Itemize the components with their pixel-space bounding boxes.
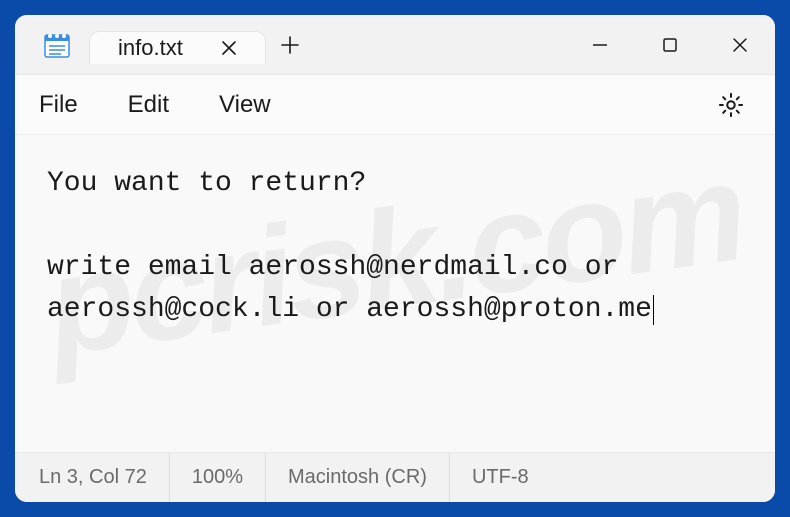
- menu-edit[interactable]: Edit: [128, 91, 169, 119]
- close-window-button[interactable]: [705, 15, 775, 74]
- notepad-icon: [39, 27, 75, 63]
- close-tab-icon[interactable]: [213, 32, 245, 64]
- new-tab-button[interactable]: [266, 35, 314, 55]
- status-zoom[interactable]: 100%: [170, 453, 266, 502]
- minimize-button[interactable]: [565, 15, 635, 74]
- tab-active[interactable]: info.txt: [89, 31, 266, 64]
- editor-line: You want to return?: [47, 168, 366, 199]
- settings-button[interactable]: [711, 85, 751, 125]
- titlebar: info.txt: [15, 15, 775, 75]
- status-position[interactable]: Ln 3, Col 72: [39, 453, 170, 502]
- window-controls: [565, 15, 775, 74]
- titlebar-left: info.txt: [15, 15, 314, 74]
- gear-icon: [717, 91, 745, 119]
- tab-title: info.txt: [118, 35, 183, 61]
- text-editor[interactable]: You want to return? write email aerossh@…: [15, 135, 775, 452]
- status-encoding[interactable]: UTF-8: [450, 453, 551, 502]
- editor-line: write email aerossh@nerdmail.co or aeros…: [47, 252, 652, 325]
- maximize-button[interactable]: [635, 15, 705, 74]
- text-caret: [653, 295, 654, 325]
- menubar: File Edit View: [15, 75, 775, 135]
- menu-file[interactable]: File: [39, 91, 78, 119]
- statusbar: Ln 3, Col 72 100% Macintosh (CR) UTF-8: [15, 452, 775, 502]
- menu-view[interactable]: View: [219, 91, 271, 119]
- notepad-window: pcrisk.com info.txt: [15, 15, 775, 502]
- status-line-ending[interactable]: Macintosh (CR): [266, 453, 450, 502]
